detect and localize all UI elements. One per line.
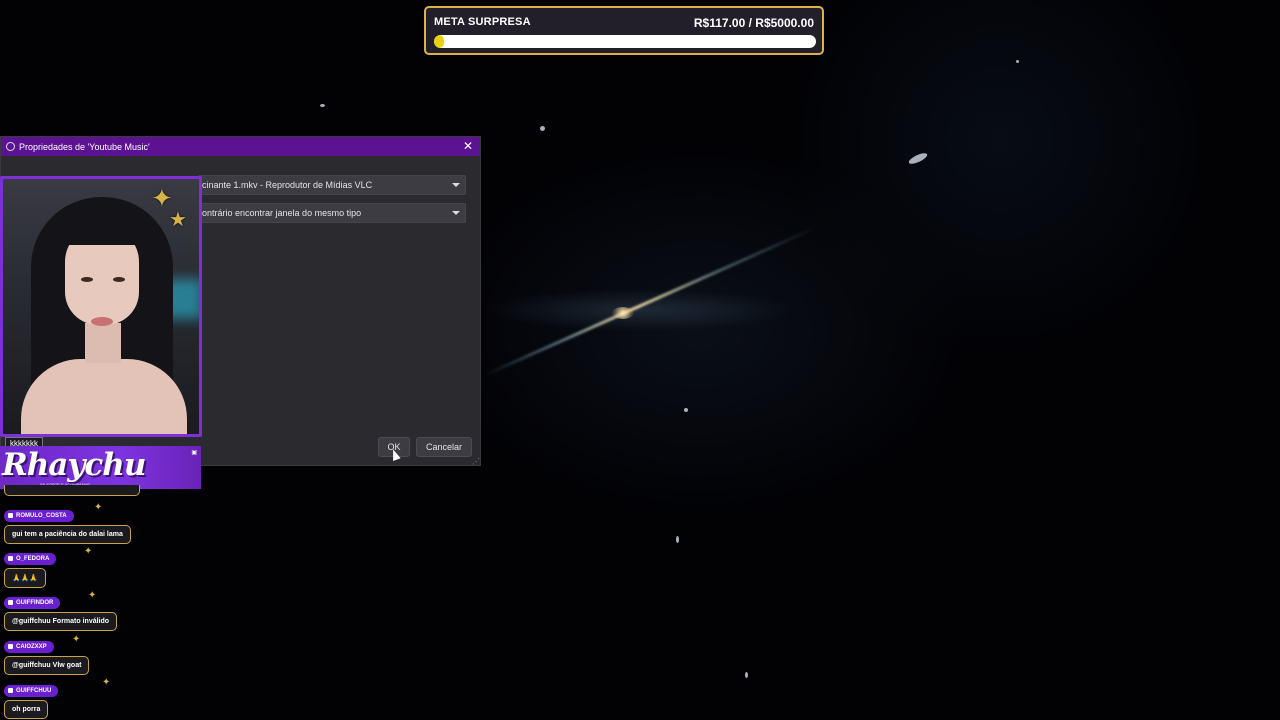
chat-username: ROMULO_COSTA [16, 512, 67, 519]
streamer-bangs [61, 215, 143, 245]
chat-username: GUIFFINDOR [16, 599, 54, 606]
streamer-body [21, 359, 187, 434]
chat-username-chip: CAIOZXXP [4, 640, 54, 653]
chat-text: gui tem a paciência do dalai lama [4, 525, 131, 544]
resize-grip-icon[interactable]: ⋰ [472, 457, 480, 466]
streamer-neck [85, 323, 121, 363]
donation-goal-overlay: META SURPRESA R$117.00 / R$5000.00 [424, 6, 824, 55]
chat-bubble-partial [4, 485, 140, 496]
window-select-value: cinante 1.mkv - Reprodutor de Mídias VLC [202, 180, 373, 190]
star-dot [540, 126, 545, 131]
streamer-lips [91, 317, 113, 326]
goal-amount: R$117.00 / R$5000.00 [693, 16, 814, 30]
galaxy-core [612, 307, 634, 319]
star-dot [684, 408, 688, 412]
chat-star-icon: ✦ [72, 634, 81, 645]
star-sticker-icon: ★ [169, 209, 187, 231]
badge-icon [8, 688, 13, 693]
chat-star-icon: ✦ [84, 546, 93, 557]
chat-message: O_FEDORA 🙏🙏🙏 [4, 548, 57, 588]
chat-star-icon: ✦ [102, 677, 111, 688]
streamer-eye [81, 277, 93, 282]
dialog-title: Propriedades de 'Youtube Music' [19, 141, 150, 152]
chat-text: 🙏🙏🙏 [4, 568, 47, 588]
chevron-down-icon[interactable] [452, 211, 460, 215]
cancel-button[interactable]: Cancelar [416, 437, 472, 457]
badge-icon [8, 556, 13, 561]
chat-star-icon: ✦ [88, 590, 97, 601]
chevron-down-icon[interactable] [452, 183, 460, 187]
streamer-banner: Rhaychu SE FORTE E ACOMPANHE ▣ [0, 446, 201, 489]
chat-message: ROMULO_COSTA gui tem a paciência do dala… [4, 505, 131, 544]
star-dot [745, 672, 748, 678]
chat-message: GUIFFINDOR @guiffchuu Formato inválido [4, 592, 118, 631]
chat-username-chip: GUIFFCHUU [4, 684, 59, 697]
twitch-logo-icon: ▣ [191, 450, 197, 456]
badge-icon [8, 644, 13, 649]
chat-username: CAIOZXXP [16, 643, 47, 650]
streamer-eye [113, 277, 125, 282]
goal-progress-fill [434, 35, 444, 48]
chat-text: @guiffchuu Vlw goat [4, 656, 90, 675]
match-priority-value: ontrário encontrar janela do mesmo tipo [202, 208, 362, 218]
obs-logo-icon [6, 142, 15, 151]
star-dot [907, 151, 929, 166]
badge-icon [8, 600, 13, 605]
badge-icon [8, 513, 13, 518]
streamer-name: Rhaychu [2, 447, 146, 483]
chat-message: GUIFFCHUU oh porra [4, 680, 59, 719]
goal-title: META SURPRESA [434, 16, 531, 28]
window-select[interactable]: cinante 1.mkv - Reprodutor de Mídias VLC [198, 175, 466, 195]
dialog-titlebar[interactable]: Propriedades de 'Youtube Music' [1, 137, 480, 156]
chat-username: O_FEDORA [16, 555, 50, 562]
star-dot [1016, 60, 1019, 63]
window-match-priority-select[interactable]: ontrário encontrar janela do mesmo tipo [198, 203, 466, 223]
chat-username-chip: ROMULO_COSTA [4, 509, 74, 522]
chat-username-chip: GUIFFINDOR [4, 596, 61, 609]
chat-text: oh porra [4, 700, 49, 719]
webcam-overlay: ✦ ★ [0, 176, 202, 437]
galaxy-streak [484, 226, 816, 377]
chat-username: GUIFFCHUU [16, 687, 52, 694]
star-dot [320, 104, 325, 107]
star-dot [676, 536, 679, 543]
chat-username-chip: O_FEDORA [4, 552, 57, 565]
close-icon[interactable]: ✕ [463, 139, 473, 153]
chat-text: @guiffchuu Formato inválido [4, 612, 118, 631]
chat-star-icon: ✦ [94, 502, 103, 513]
goal-progress-track [434, 35, 816, 48]
